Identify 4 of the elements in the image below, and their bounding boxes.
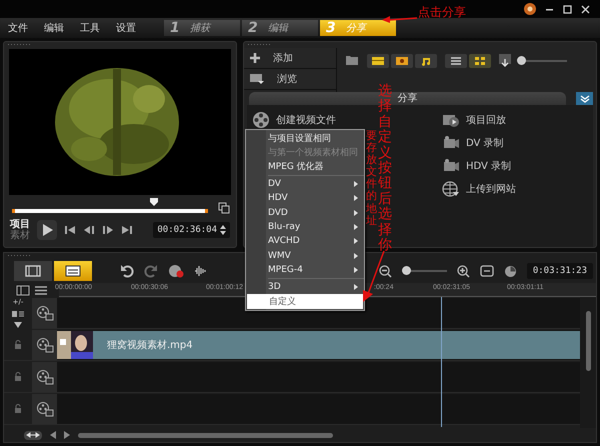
annotation: 点击分享: [418, 4, 466, 21]
clip-name: 狸窝视频素材.mp4: [107, 338, 193, 352]
annotation: 要存放文件的地址: [366, 130, 377, 227]
project-duration: 0:03:31:23: [526, 263, 593, 279]
